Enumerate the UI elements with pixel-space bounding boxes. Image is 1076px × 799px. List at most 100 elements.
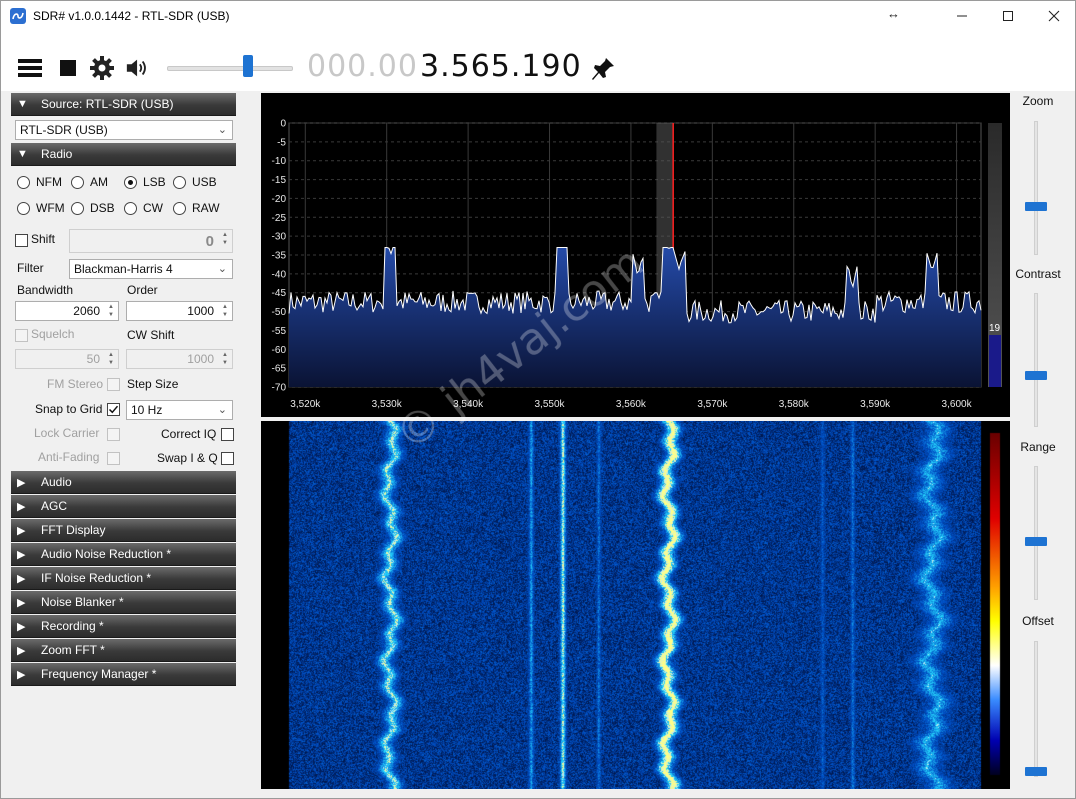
frequency-manager-panel-header[interactable]: ▶ Frequency Manager * — [11, 663, 236, 686]
x-tick-label: 3,520k — [290, 399, 321, 410]
y-tick-label: 0 — [280, 119, 286, 130]
chevron-down-icon: ⌄ — [217, 404, 227, 416]
mode-radio-wfm[interactable]: WFM — [17, 201, 65, 215]
panel-title: FFT Display — [41, 523, 106, 537]
cw-shift-label: CW Shift — [127, 328, 175, 342]
y-tick-label: -20 — [272, 194, 287, 205]
recording-panel-header[interactable]: ▶ Recording * — [11, 615, 236, 638]
mode-label: AM — [90, 175, 108, 189]
radio-dot — [124, 201, 137, 215]
correct-iq-checkbox[interactable] — [221, 428, 234, 441]
frequency-display[interactable]: 3.565.190 — [420, 49, 582, 84]
offset-slider-thumb[interactable] — [1025, 767, 1047, 776]
y-tick-label: -60 — [272, 345, 287, 356]
range-slider-track[interactable] — [1034, 466, 1038, 600]
spinner-arrows-icon[interactable]: ▲ ▼ — [220, 231, 230, 247]
swap-iq-checkbox[interactable] — [221, 452, 234, 465]
mode-label: USB — [192, 175, 217, 189]
pin-icon[interactable] — [589, 55, 617, 83]
step-size-select[interactable]: 10 Hz ⌄ — [126, 400, 233, 420]
mode-label: CW — [143, 201, 163, 215]
mode-radio-lsb[interactable]: LSB — [124, 175, 166, 189]
mode-radio-nfm[interactable]: NFM — [17, 175, 62, 189]
panel-title: Recording * — [41, 619, 104, 633]
gear-icon[interactable] — [89, 55, 115, 81]
noise-blanker-panel-header[interactable]: ▶ Noise Blanker * — [11, 591, 236, 614]
volume-slider-thumb[interactable] — [243, 55, 253, 77]
collapsed-arrow-icon: ▶ — [17, 549, 26, 561]
mode-radio-am[interactable]: AM — [71, 175, 108, 189]
spinner-arrows-icon[interactable]: ▲ ▼ — [106, 351, 116, 367]
snap-to-grid-checkbox[interactable] — [107, 403, 120, 416]
shift-value: 0 — [205, 233, 214, 250]
anti-fading-label: Anti-Fading — [38, 450, 100, 464]
source-device-select[interactable]: RTL-SDR (USB) ⌄ — [15, 120, 233, 140]
step-size-label: Step Size — [127, 377, 179, 391]
resize-icon[interactable]: ↔ — [887, 6, 900, 21]
mode-label: NFM — [36, 175, 62, 189]
x-tick-label: 3,600k — [942, 399, 973, 410]
filter-select[interactable]: Blackman-Harris 4 ⌄ — [69, 259, 233, 279]
audio-noise-reduction-panel-header[interactable]: ▶ Audio Noise Reduction * — [11, 543, 236, 566]
maximize-button[interactable] — [985, 1, 1031, 31]
lock-carrier-checkbox[interactable] — [107, 428, 120, 441]
spinner-arrows-icon[interactable]: ▲ ▼ — [220, 303, 230, 319]
y-tick-label: -10 — [272, 156, 287, 167]
bandwidth-input[interactable]: 2060 ▲ ▼ — [15, 301, 119, 321]
mode-radio-raw[interactable]: RAW — [173, 201, 220, 215]
spectrum-analyzer[interactable]: 0 -5 -10 -15 -20 -25 -30 -35 -40 -45 -50 -55 -60 -65 -… — [261, 93, 1010, 417]
squelch-value: 50 — [86, 352, 100, 366]
fft-display-panel-header[interactable]: ▶ FFT Display — [11, 519, 236, 542]
squelch-label: Squelch — [31, 327, 75, 341]
squelch-checkbox[interactable] — [15, 329, 28, 342]
panel-title: Frequency Manager * — [41, 667, 157, 681]
source-panel-header[interactable]: ▼ Source: RTL-SDR (USB) — [11, 93, 236, 116]
y-tick-label: -5 — [277, 137, 286, 148]
x-tick-label: 3,580k — [779, 399, 810, 410]
mode-label: WFM — [36, 201, 65, 215]
panel-title: Noise Blanker * — [41, 595, 124, 609]
order-input[interactable]: 1000 ▲ ▼ — [126, 301, 233, 321]
speaker-icon[interactable] — [125, 55, 151, 81]
shift-checkbox[interactable] — [15, 234, 28, 247]
mode-radio-dsb[interactable]: DSB — [71, 201, 115, 215]
spinner-arrows-icon[interactable]: ▲ ▼ — [220, 351, 230, 367]
volume-slider-track[interactable] — [167, 66, 293, 71]
app-logo-icon — [10, 8, 26, 24]
frequency-display-leading[interactable]: 000.00 — [307, 49, 418, 84]
zoom-slider-track[interactable] — [1034, 121, 1038, 255]
waterfall-canvas[interactable] — [261, 421, 1010, 789]
collapsed-arrow-icon: ▶ — [17, 573, 26, 585]
contrast-slider-track[interactable] — [1034, 293, 1038, 427]
zoom-fft-panel-header[interactable]: ▶ Zoom FFT * — [11, 639, 236, 662]
fm-stereo-checkbox[interactable] — [107, 378, 120, 391]
level-meter-fill — [989, 335, 1001, 387]
agc-panel-header[interactable]: ▶ AGC — [11, 495, 236, 518]
audio-panel-header[interactable]: ▶ Audio — [11, 471, 236, 494]
cw-shift-input[interactable]: 1000 ▲ ▼ — [126, 349, 233, 369]
menu-icon[interactable] — [17, 55, 43, 81]
waterfall-display[interactable] — [261, 421, 1010, 789]
range-slider-thumb[interactable] — [1025, 537, 1047, 546]
offset-slider-track[interactable] — [1034, 641, 1038, 777]
squelch-input[interactable]: 50 ▲ ▼ — [15, 349, 119, 369]
shift-value-input[interactable]: 0 ▲ ▼ — [69, 229, 233, 253]
anti-fading-checkbox[interactable] — [107, 452, 120, 465]
stop-icon[interactable] — [55, 55, 81, 81]
radio-panel-header[interactable]: ▼ Radio — [11, 143, 236, 166]
contrast-slider-thumb[interactable] — [1025, 371, 1047, 380]
if-noise-reduction-panel-header[interactable]: ▶ IF Noise Reduction * — [11, 567, 236, 590]
mode-radio-cw[interactable]: CW — [124, 201, 163, 215]
close-button[interactable] — [1031, 1, 1076, 31]
snap-to-grid-label: Snap to Grid — [35, 402, 103, 416]
minimize-button[interactable] — [939, 1, 985, 31]
expanded-arrow-icon: ▼ — [17, 148, 28, 160]
zoom-slider-thumb[interactable] — [1025, 202, 1047, 211]
spinner-arrows-icon[interactable]: ▲ ▼ — [106, 303, 116, 319]
window-title: SDR# v1.0.0.1442 - RTL-SDR (USB) — [33, 9, 230, 23]
expanded-arrow-icon: ▼ — [17, 98, 28, 110]
panel-title: AGC — [41, 499, 68, 513]
mode-radio-usb[interactable]: USB — [173, 175, 217, 189]
y-tick-label: -55 — [272, 326, 287, 337]
checkmark-icon — [108, 405, 119, 414]
